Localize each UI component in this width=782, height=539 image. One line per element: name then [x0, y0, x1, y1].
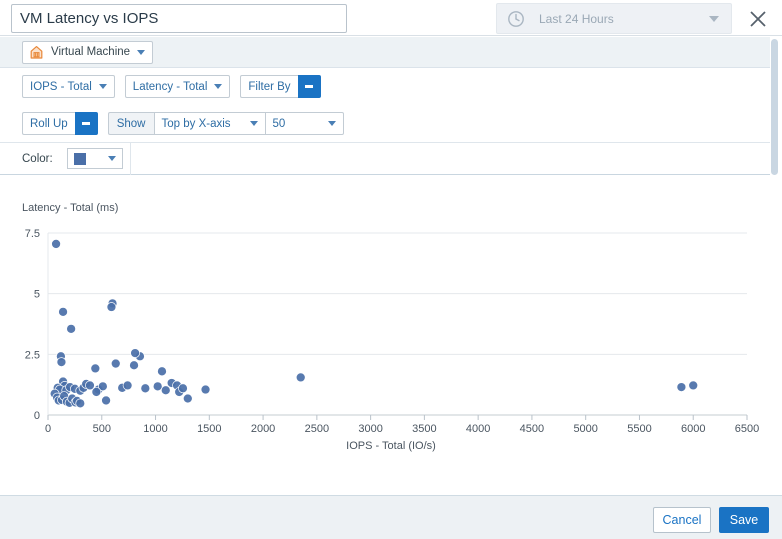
x-tick-label: 3500	[412, 423, 436, 435]
data-point[interactable]	[90, 363, 101, 374]
widget-config-toolbar: Virtual Machine IOPS - Total Latency - T…	[0, 37, 782, 179]
color-label: Color:	[22, 152, 53, 165]
data-point[interactable]	[56, 357, 67, 367]
data-point[interactable]	[75, 398, 86, 409]
data-point[interactable]	[295, 372, 306, 383]
roll-up-group: Roll Up	[22, 112, 98, 135]
time-range-label: Last 24 Hours	[539, 11, 614, 26]
chevron-down-icon	[107, 156, 116, 161]
x-tick-label: 4000	[466, 423, 490, 435]
virtual-machine-icon	[28, 44, 45, 61]
y-metric-dropdown[interactable]: Latency - Total	[124, 75, 231, 98]
x-metric-label: IOPS - Total	[30, 80, 92, 93]
y-tick-label: 0	[34, 410, 40, 422]
metric-selection-row: IOPS - Total Latency - Total Filter By	[0, 68, 770, 105]
show-count-dropdown[interactable]: 50	[265, 112, 344, 135]
object-type-dropdown[interactable]: Virtual Machine	[22, 40, 154, 64]
x-tick-label: 0	[45, 423, 51, 435]
roll-up-button[interactable]: Roll Up	[22, 112, 75, 135]
data-point[interactable]	[66, 324, 76, 334]
color-row: Color:	[0, 142, 770, 175]
x-metric-dropdown[interactable]: IOPS - Total	[22, 75, 115, 98]
filter-by-label: Filter By	[248, 80, 291, 93]
data-point[interactable]	[101, 395, 111, 406]
toolbar-divider	[130, 142, 131, 175]
data-point[interactable]	[676, 382, 687, 392]
x-tick-label: 1500	[197, 423, 221, 435]
chevron-down-icon	[709, 15, 719, 22]
x-tick-label: 3000	[358, 423, 382, 435]
data-point[interactable]	[182, 393, 193, 404]
y-tick-label: 5	[34, 289, 40, 301]
data-point[interactable]	[51, 239, 61, 249]
close-button[interactable]	[744, 5, 772, 33]
filter-by-button[interactable]: Filter By	[240, 75, 298, 98]
filter-by-group: Filter By	[240, 75, 321, 98]
clock-icon	[507, 10, 525, 28]
y-tick-label: 2.5	[25, 349, 40, 361]
chevron-down-icon	[327, 121, 336, 126]
color-swatch	[73, 152, 86, 165]
time-range-selector[interactable]: Last 24 Hours	[496, 3, 732, 34]
x-tick-label: 2000	[251, 423, 275, 435]
object-type-row: Virtual Machine	[0, 37, 770, 68]
data-point[interactable]	[129, 360, 139, 371]
minus-icon	[82, 122, 91, 125]
x-tick-label: 5000	[573, 423, 597, 435]
x-tick-label: 4500	[520, 423, 544, 435]
filter-by-expand-button[interactable]	[297, 75, 321, 98]
color-picker[interactable]	[66, 148, 123, 169]
x-tick-label: 2500	[305, 423, 329, 435]
dialog-header: Last 24 Hours	[0, 0, 782, 36]
show-group: Show Top by X-axis 50	[107, 112, 344, 135]
rollup-show-row: Roll Up Show Top by X-axis 50	[0, 105, 770, 142]
x-axis-title: IOPS - Total (IO/s)	[346, 440, 436, 452]
show-mode-label: Top by X-axis	[161, 117, 231, 130]
chevron-down-icon	[249, 121, 258, 126]
roll-up-expand-button[interactable]	[74, 112, 98, 135]
data-point[interactable]	[688, 380, 699, 391]
data-point[interactable]	[91, 387, 102, 397]
close-icon	[750, 11, 766, 27]
y-metric-label: Latency - Total	[132, 80, 208, 93]
data-point[interactable]	[106, 302, 117, 312]
data-point[interactable]	[58, 307, 68, 317]
show-label: Show	[107, 112, 154, 135]
y-tick-label: 7.5	[25, 228, 40, 240]
chevron-down-icon	[137, 49, 146, 55]
y-axis-title: Latency - Total (ms)	[22, 202, 119, 214]
dialog-footer: Cancel Save	[0, 495, 782, 539]
x-tick-label: 5500	[627, 423, 651, 435]
show-mode-dropdown[interactable]: Top by X-axis	[153, 112, 266, 135]
data-point[interactable]	[140, 383, 151, 394]
data-point[interactable]	[178, 383, 188, 394]
x-tick-label: 1000	[143, 423, 167, 435]
object-type-label: Virtual Machine	[51, 46, 131, 58]
toolbar-scrollbar[interactable]	[771, 39, 778, 175]
chevron-down-icon	[214, 84, 223, 89]
scatter-series	[49, 239, 699, 409]
x-tick-label: 6500	[735, 423, 759, 435]
data-point[interactable]	[152, 381, 163, 392]
roll-up-label: Roll Up	[30, 117, 68, 130]
save-button[interactable]: Save	[719, 507, 769, 533]
data-point[interactable]	[160, 385, 171, 396]
data-point[interactable]	[157, 366, 167, 377]
x-tick-label: 6000	[681, 423, 705, 435]
data-point[interactable]	[130, 348, 140, 358]
show-count-label: 50	[272, 117, 286, 130]
minus-icon	[305, 85, 314, 88]
data-point[interactable]	[200, 384, 211, 395]
data-point[interactable]	[122, 380, 133, 391]
cancel-button[interactable]: Cancel	[653, 507, 711, 533]
widget-title-input[interactable]	[11, 4, 347, 33]
x-tick-label: 500	[93, 423, 111, 435]
data-point[interactable]	[110, 358, 121, 369]
chevron-down-icon	[98, 84, 107, 89]
